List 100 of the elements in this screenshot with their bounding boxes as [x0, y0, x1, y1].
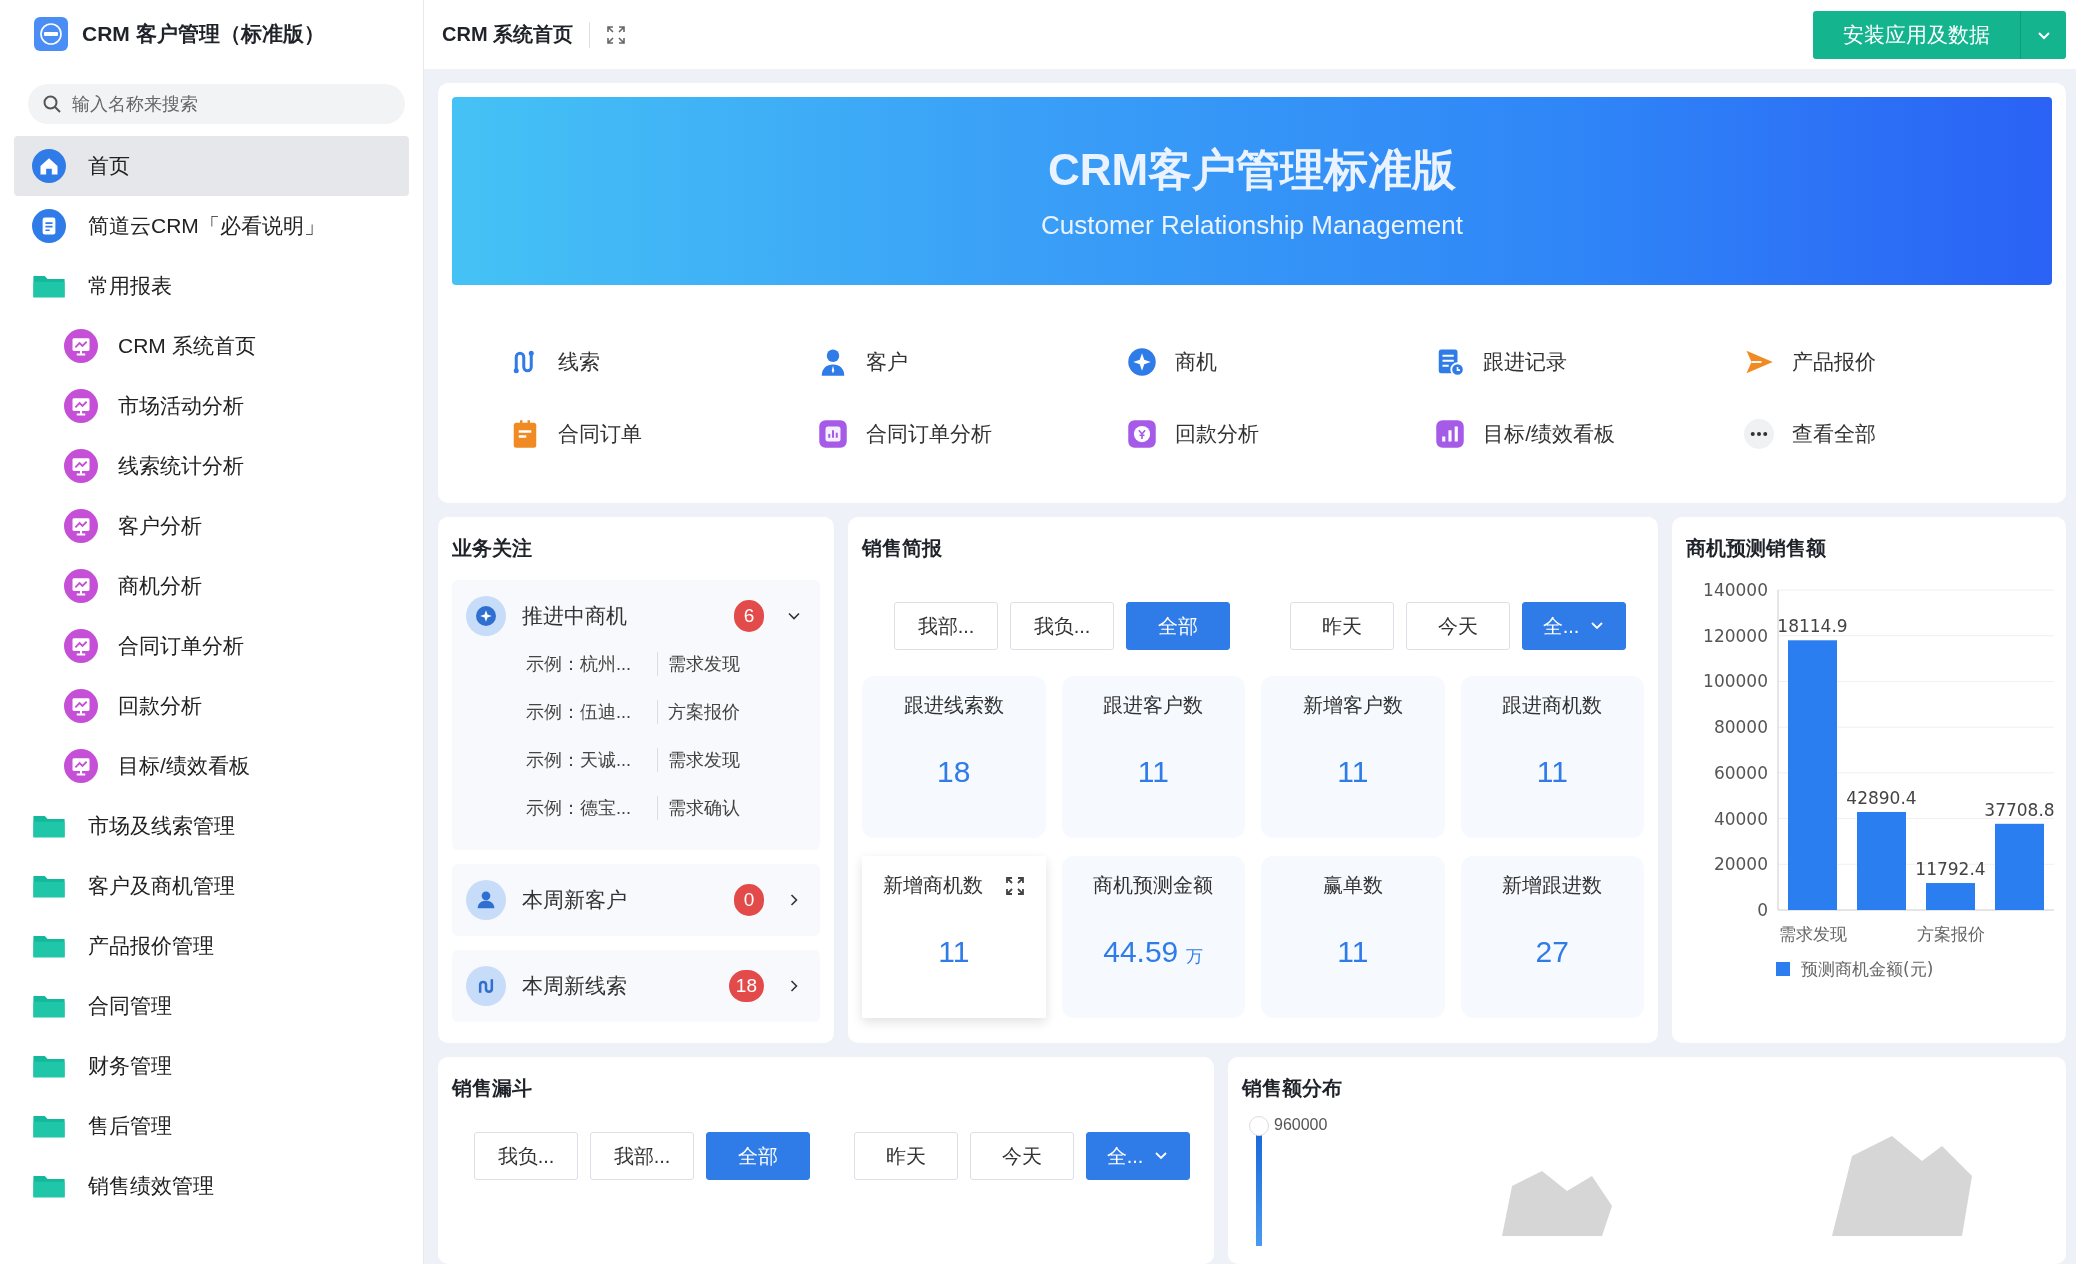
row-name[interactable]: 示例：伍迪...	[526, 700, 658, 724]
row-name[interactable]: 示例：天诚...	[526, 748, 658, 772]
stat-value: 11	[1337, 935, 1369, 969]
sidebar-item[interactable]: 合同管理	[14, 976, 409, 1036]
more-icon	[1743, 419, 1774, 449]
presentation-chart-icon	[64, 689, 98, 723]
stat-card[interactable]: 跟进客户数 11	[1061, 676, 1245, 838]
stat-card[interactable]: 新增跟进数 27	[1460, 856, 1644, 1018]
stat-label: 跟进客户数	[1103, 693, 1204, 718]
group-header[interactable]: 本周新客户 0	[452, 864, 820, 936]
data-label: 42890.4	[1846, 787, 1917, 808]
group-header[interactable]: 推进中商机 6	[452, 580, 820, 652]
squiggle-icon	[466, 966, 506, 1006]
sparkle-icon	[466, 596, 506, 636]
presentation-chart-icon	[64, 449, 98, 483]
sidebar-item[interactable]: 目标/绩效看板	[14, 736, 409, 796]
scale-label: 960000	[1274, 1116, 1328, 1134]
shortcut-link[interactable]: 产品报价	[1743, 347, 1876, 377]
filter-button[interactable]: 昨天	[854, 1132, 958, 1180]
stat-value: 27	[1535, 935, 1569, 969]
row-name[interactable]: 示例：杭州...	[526, 652, 658, 676]
filter-button[interactable]: 我负...	[474, 1132, 578, 1180]
row-stage: 需求确认	[668, 797, 740, 820]
data-label: 18114.9	[1777, 616, 1848, 637]
search-field[interactable]: 输入名称来搜索	[28, 84, 405, 124]
stat-card[interactable]: 跟进商机数 11	[1460, 676, 1644, 838]
filter-button[interactable]: 全部	[1126, 602, 1230, 650]
filter-button[interactable]: 我负...	[1010, 602, 1114, 650]
sidebar-item[interactable]: 首页	[14, 136, 409, 196]
sidebar-item[interactable]: 商机分析	[14, 556, 409, 616]
card-title: 业务关注	[452, 536, 533, 561]
filter-button[interactable]: 全...	[1522, 602, 1626, 650]
stat-label: 商机预测金额	[1093, 873, 1214, 898]
filter-button[interactable]: 今天	[970, 1132, 1074, 1180]
presentation-chart-icon	[64, 389, 98, 423]
filter-button[interactable]: 全...	[1086, 1132, 1190, 1180]
sidebar-item[interactable]: 产品报价管理	[14, 916, 409, 976]
filter-button[interactable]: 全部	[706, 1132, 810, 1180]
shortcut-link[interactable]: 商机	[1126, 347, 1217, 377]
axis-label: 方案报价	[1916, 924, 1985, 944]
sidebar-item[interactable]: 销售绩效管理	[14, 1156, 409, 1216]
sidebar-item[interactable]: 简道云CRM「必看说明」	[14, 196, 409, 256]
banner-subtitle: Customer Relationship Management	[1041, 210, 1463, 241]
fullscreen-icon[interactable]	[606, 24, 627, 45]
shortcut-link[interactable]: 目标/绩效看板	[1435, 419, 1616, 449]
shortcut-link[interactable]: 客户	[818, 347, 909, 377]
axis-label: 80000	[1713, 717, 1768, 738]
stat-label: 新增客户数	[1302, 693, 1403, 718]
filter-button[interactable]: 我部...	[590, 1132, 694, 1180]
filter-button[interactable]: 今天	[1406, 602, 1510, 650]
axis-label: 120000	[1703, 625, 1768, 646]
stat-card[interactable]: 赢单数 11	[1261, 856, 1445, 1018]
axis-label: 60000	[1713, 762, 1768, 783]
legend-label: 预测商机金额(元)	[1801, 959, 1934, 979]
sidebar-item[interactable]: CRM 系统首页	[14, 316, 409, 376]
axis-label: 20000	[1713, 854, 1768, 875]
sidebar-item[interactable]: 市场及线索管理	[14, 796, 409, 856]
filter-button[interactable]: 昨天	[1290, 602, 1394, 650]
sidebar-item[interactable]: 客户及商机管理	[14, 856, 409, 916]
sidebar-item[interactable]: 线索统计分析	[14, 436, 409, 496]
sidebar-item[interactable]: 回款分析	[14, 676, 409, 736]
slider-handle[interactable]	[1249, 1116, 1269, 1136]
sidebar-item[interactable]: 常用报表	[14, 256, 409, 316]
stat-card[interactable]: 商机预测金额 44.59 万	[1061, 856, 1245, 1018]
shortcut-link[interactable]: 跟进记录	[1435, 347, 1568, 377]
home-icon	[32, 149, 66, 183]
stat-card[interactable]: 跟进线索数 18	[862, 676, 1046, 838]
shortcut-link[interactable]: 回款分析	[1126, 419, 1259, 449]
presentation-chart-icon	[64, 629, 98, 663]
stat-value: 11	[1337, 755, 1369, 789]
sidebar-item[interactable]: 客户分析	[14, 496, 409, 556]
sidebar-item[interactable]: 售后管理	[14, 1096, 409, 1156]
axis-label: 0	[1757, 900, 1768, 920]
group-header[interactable]: 本周新线索 18	[452, 950, 820, 1022]
shortcut-link[interactable]: 查看全部	[1743, 419, 1876, 449]
stat-value: 44.59 万	[1103, 935, 1204, 969]
bar	[1926, 883, 1975, 910]
presentation-chart-icon	[64, 749, 98, 783]
sidebar-item[interactable]: 合同订单分析	[14, 616, 409, 676]
presentation-chart-icon	[64, 509, 98, 543]
dropdown-button[interactable]	[2020, 10, 2066, 59]
shortcut-link[interactable]: 合同订单	[510, 419, 642, 449]
row-stage: 需求发现	[668, 749, 740, 772]
axis-label: 100000	[1703, 671, 1768, 692]
shortcut-link[interactable]: 合同订单分析	[818, 419, 993, 449]
card-title: 销售额分布	[1242, 1076, 1343, 1101]
sidebar-item[interactable]: 市场活动分析	[14, 376, 409, 436]
filter-button[interactable]: 我部...	[894, 602, 998, 650]
bar-chart-icon	[818, 419, 849, 449]
shortcut-link[interactable]: 线索	[510, 347, 600, 377]
stat-card[interactable]: 新增客户数 11	[1261, 676, 1445, 838]
data-label: 11792.4	[1915, 859, 1986, 880]
stat-label: 跟进线索数	[903, 693, 1004, 718]
presentation-chart-icon	[64, 569, 98, 603]
stat-value: 18	[937, 755, 971, 789]
sparkle-icon	[1126, 347, 1157, 377]
expand-icon[interactable]	[1004, 875, 1025, 896]
stat-card[interactable]: 新增商机数 11	[862, 856, 1046, 1018]
row-name[interactable]: 示例：德宝...	[526, 796, 658, 820]
sidebar-item[interactable]: 财务管理	[14, 1036, 409, 1096]
